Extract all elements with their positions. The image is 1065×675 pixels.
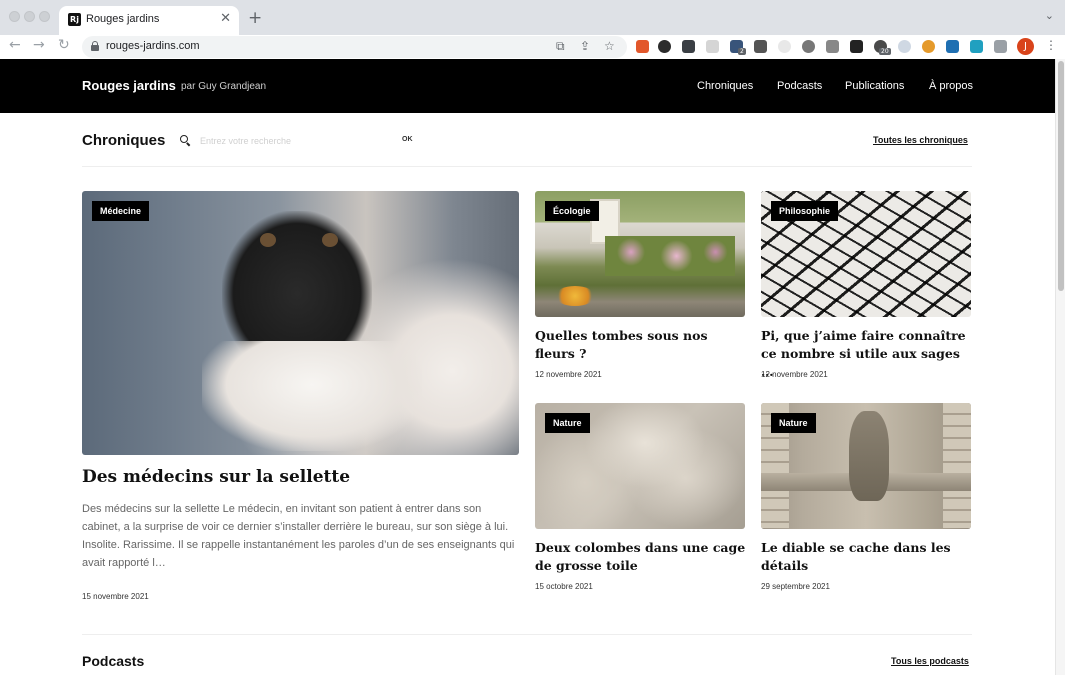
article-date: 12 novembre 2021: [761, 370, 828, 379]
extension-icon-10[interactable]: [850, 40, 863, 53]
all-podcasts-link[interactable]: Tous les podcasts: [891, 656, 969, 666]
tab-title: Rouges jardins: [86, 13, 160, 25]
back-icon[interactable]: ←: [9, 37, 21, 53]
category-badge[interactable]: Philosophie: [771, 201, 839, 221]
article-date: 29 septembre 2021: [761, 582, 830, 591]
forward-icon[interactable]: →: [33, 37, 45, 53]
browser-toolbar: ← → ↻ rouges-jardins.com ⧉ ⇪ ☆ 2 20 J ⋮: [0, 35, 1065, 59]
article-title[interactable]: Quelles tombes sous nos fleurs ?: [535, 327, 745, 363]
podcasts-heading: Podcasts: [82, 653, 145, 669]
close-window-icon[interactable]: [9, 11, 20, 22]
extension-badge-2: 20: [879, 48, 891, 55]
bookmark-star-icon[interactable]: ☆: [604, 39, 615, 53]
translate-icon[interactable]: ⧉: [556, 39, 565, 54]
site-header: Rouges jardins par Guy Grandjean Chroniq…: [0, 59, 1055, 113]
chroniques-heading: Chroniques: [82, 132, 166, 149]
all-chroniques-link[interactable]: Toutes les chroniques: [873, 135, 968, 145]
extension-badge-1: 2: [738, 48, 746, 55]
article-title[interactable]: Deux colombes dans une cage de grosse to…: [535, 539, 747, 575]
scrollbar-thumb[interactable]: [1058, 61, 1064, 291]
profile-avatar[interactable]: J: [1017, 38, 1034, 55]
extension-icon-13[interactable]: [922, 40, 935, 53]
extensions-puzzle-icon[interactable]: [994, 40, 1007, 53]
article-date: 12 novembre 2021: [535, 370, 602, 379]
extension-icon-6[interactable]: [754, 40, 767, 53]
site-favicon-icon: Rj: [68, 13, 81, 26]
extension-icon-12[interactable]: [898, 40, 911, 53]
browser-menu-icon[interactable]: ⋮: [1045, 38, 1057, 52]
extension-icon-7[interactable]: [778, 40, 791, 53]
extension-icon-2[interactable]: [658, 40, 671, 53]
new-tab-icon[interactable]: +: [248, 8, 262, 28]
featured-article-excerpt: Des médecins sur la sellette Le médecin,…: [82, 503, 515, 569]
search-input[interactable]: [200, 133, 400, 149]
category-badge[interactable]: Nature: [545, 413, 590, 433]
url-text[interactable]: rouges-jardins.com: [106, 40, 200, 52]
article-title[interactable]: Le diable se cache dans les détails: [761, 539, 973, 575]
category-badge[interactable]: Médecine: [92, 201, 150, 221]
nav-publications[interactable]: Publications: [845, 80, 904, 92]
featured-article-date: 15 novembre 2021: [82, 592, 149, 601]
extension-icon-9[interactable]: [826, 40, 839, 53]
maximize-window-icon[interactable]: [39, 11, 50, 22]
page-scrollbar[interactable]: [1055, 59, 1065, 675]
nav-a-propos[interactable]: À propos: [929, 80, 973, 92]
nav-podcasts[interactable]: Podcasts: [777, 80, 822, 92]
extension-icon-8[interactable]: [802, 40, 815, 53]
category-badge[interactable]: Nature: [771, 413, 816, 433]
extension-icon-1[interactable]: [636, 40, 649, 53]
search-icon: [180, 135, 191, 147]
section-divider: [82, 634, 972, 635]
featured-article-title[interactable]: Des médecins sur la sellette: [82, 467, 350, 487]
article-date: 15 octobre 2021: [535, 582, 593, 591]
extension-icon-15[interactable]: [970, 40, 983, 53]
reload-icon[interactable]: ↻: [58, 37, 70, 53]
tab-search-chevron-icon[interactable]: ⌄: [1045, 9, 1054, 22]
site-author: par Guy Grandjean: [181, 81, 267, 92]
address-bar[interactable]: rouges-jardins.com ⧉ ⇪ ☆: [82, 36, 627, 58]
featured-article-image[interactable]: [82, 191, 519, 455]
category-badge[interactable]: Écologie: [545, 201, 599, 221]
close-tab-icon[interactable]: ✕: [220, 11, 231, 26]
nav-chroniques[interactable]: Chroniques: [697, 80, 753, 92]
minimize-window-icon[interactable]: [24, 11, 35, 22]
extension-icon-3[interactable]: [682, 40, 695, 53]
browser-tab[interactable]: Rj Rouges jardins ✕: [59, 6, 239, 35]
extension-icon-14[interactable]: [946, 40, 959, 53]
share-icon[interactable]: ⇪: [580, 39, 590, 53]
search-submit-button[interactable]: OK: [402, 136, 413, 143]
site-logo[interactable]: Rouges jardins: [82, 78, 176, 93]
lock-icon[interactable]: [91, 41, 99, 51]
extension-icon-4[interactable]: [706, 40, 719, 53]
browser-tab-bar: Rj Rouges jardins ✕ + ⌄: [0, 0, 1065, 35]
section-divider: [82, 166, 972, 167]
